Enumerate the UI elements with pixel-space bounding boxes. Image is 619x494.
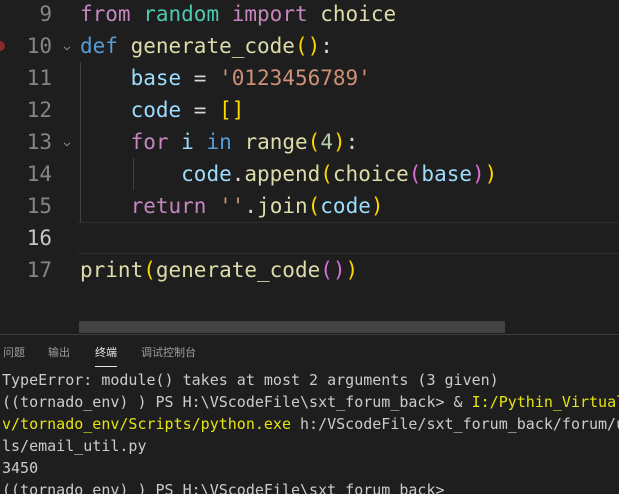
terminal-line: ls/email_util.py — [2, 437, 147, 455]
line-number: 12 — [26, 98, 52, 122]
tab-output[interactable]: 输出 — [48, 343, 70, 367]
line-number: 11 — [26, 66, 52, 90]
code-line[interactable]: 12 code = [] — [0, 94, 619, 126]
line-number: 13 — [26, 130, 52, 154]
horizontal-scrollbar[interactable] — [79, 321, 505, 333]
code-text: base = '0123456789' — [130, 66, 371, 90]
code-text: def generate_code(): — [80, 34, 333, 58]
code-text: print(generate_code()) — [80, 258, 359, 282]
terminal-line: TypeError: module() takes at most 2 argu… — [2, 373, 499, 389]
panel-tabs: 问题 输出 终端 调试控制台 — [0, 335, 619, 371]
code-text: for i in range(4): — [130, 130, 359, 154]
line-number: 9 — [39, 2, 52, 26]
fold-chevron-down-icon[interactable]: ⌵ — [60, 30, 74, 62]
code-text: from random import choice — [80, 2, 397, 26]
code-line[interactable]: 14 code.append(choice(base)) — [0, 158, 619, 190]
fold-chevron-down-icon[interactable]: ⌵ — [60, 126, 74, 158]
tab-terminal[interactable]: 终端 — [95, 343, 117, 367]
code-line[interactable]: 11 base = '0123456789' — [0, 62, 619, 94]
tab-debug-console[interactable]: 调试控制台 — [141, 343, 196, 367]
terminal-line: ((tornado_env) ) PS H:\VScodeFile\sxt_fo… — [2, 393, 619, 411]
terminal-output[interactable]: TypeError: module() takes at most 2 argu… — [0, 373, 619, 494]
code-line[interactable]: 15 return ''.join(code) — [0, 190, 619, 222]
line-number: 10 — [26, 34, 52, 58]
code-line[interactable]: 10 ⌵ def generate_code(): — [0, 30, 619, 62]
bottom-panel: 问题 输出 终端 调试控制台 TypeError: module() takes… — [0, 334, 619, 494]
line-number: 17 — [26, 258, 52, 282]
line-number: 15 — [26, 194, 52, 218]
terminal-line: 3450 — [2, 459, 39, 477]
code-text: return ''.join(code) — [130, 194, 384, 218]
code-editor[interactable]: 9 from random import choice 10 ⌵ def generat… — [0, 0, 619, 334]
line-number: 16 — [26, 226, 52, 250]
terminal-line: ((tornado_env) ) PS H:\VScodeFile\sxt_fo… — [2, 481, 445, 494]
terminal-line: v/tornado_env/Scripts/python.exe h:/VSco… — [2, 415, 619, 433]
tab-problems[interactable]: 问题 — [3, 343, 25, 367]
code-line[interactable]: 17 print(generate_code()) — [0, 254, 619, 286]
line-number: 14 — [26, 162, 52, 186]
code-line[interactable]: 13 ⌵ for i in range(4): — [0, 126, 619, 158]
code-text: code = [] — [130, 98, 245, 122]
code-line[interactable]: 16 — [0, 222, 619, 254]
code-line[interactable]: 9 from random import choice — [0, 0, 619, 30]
code-text: code.append(choice(base)) — [181, 162, 498, 186]
